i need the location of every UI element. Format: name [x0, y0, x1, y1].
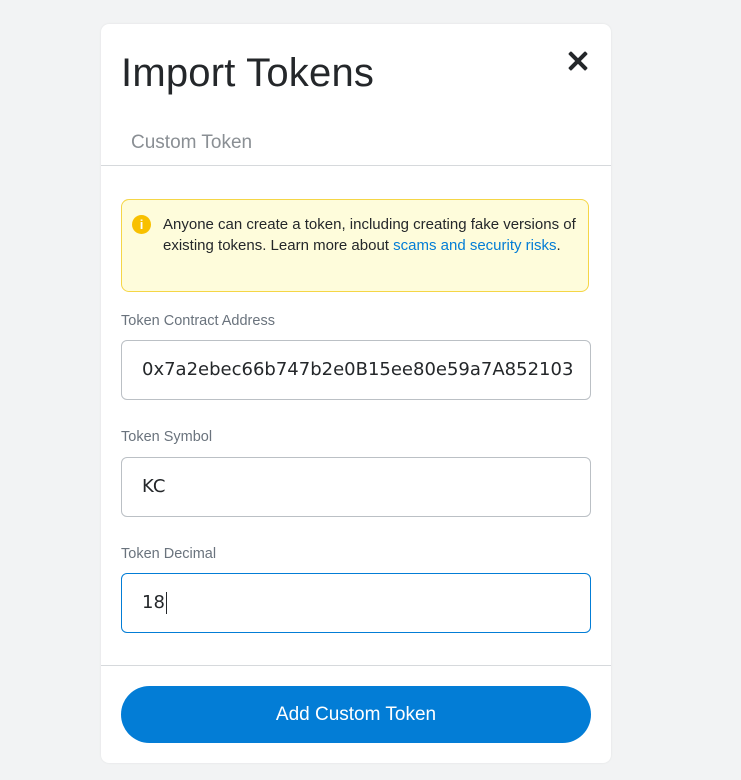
- footer-divider: [101, 665, 611, 666]
- warning-text: Anyone can create a token, including cre…: [163, 214, 578, 256]
- scams-security-link[interactable]: scams and security risks: [393, 237, 556, 254]
- contract-address-label: Token Contract Address: [121, 313, 275, 329]
- warning-suffix: .: [556, 237, 561, 254]
- token-decimal-label: Token Decimal: [121, 546, 217, 562]
- add-custom-token-button[interactable]: Add Custom Token: [121, 686, 591, 743]
- contract-address-input[interactable]: 0x7a2ebec66b747b2e0B15ee80e59a7A852103: [121, 340, 591, 400]
- close-icon[interactable]: [565, 48, 591, 74]
- tab-divider: [101, 165, 611, 166]
- warning-banner: i Anyone can create a token, including c…: [121, 199, 589, 292]
- token-decimal-value: 18: [142, 592, 165, 613]
- tab-custom-token[interactable]: Custom Token: [131, 132, 252, 154]
- token-symbol-label: Token Symbol: [121, 429, 213, 445]
- token-decimal-input[interactable]: 18: [121, 573, 591, 633]
- contract-address-value: 0x7a2ebec66b747b2e0B15ee80e59a7A852103: [142, 359, 574, 380]
- info-icon: i: [132, 215, 151, 234]
- text-caret: [165, 592, 168, 614]
- modal-title: Import Tokens: [121, 51, 375, 95]
- token-symbol-value: KC: [142, 476, 166, 497]
- token-symbol-input[interactable]: KC: [121, 457, 591, 517]
- import-tokens-modal: Import Tokens Custom Token i Anyone can …: [101, 24, 611, 763]
